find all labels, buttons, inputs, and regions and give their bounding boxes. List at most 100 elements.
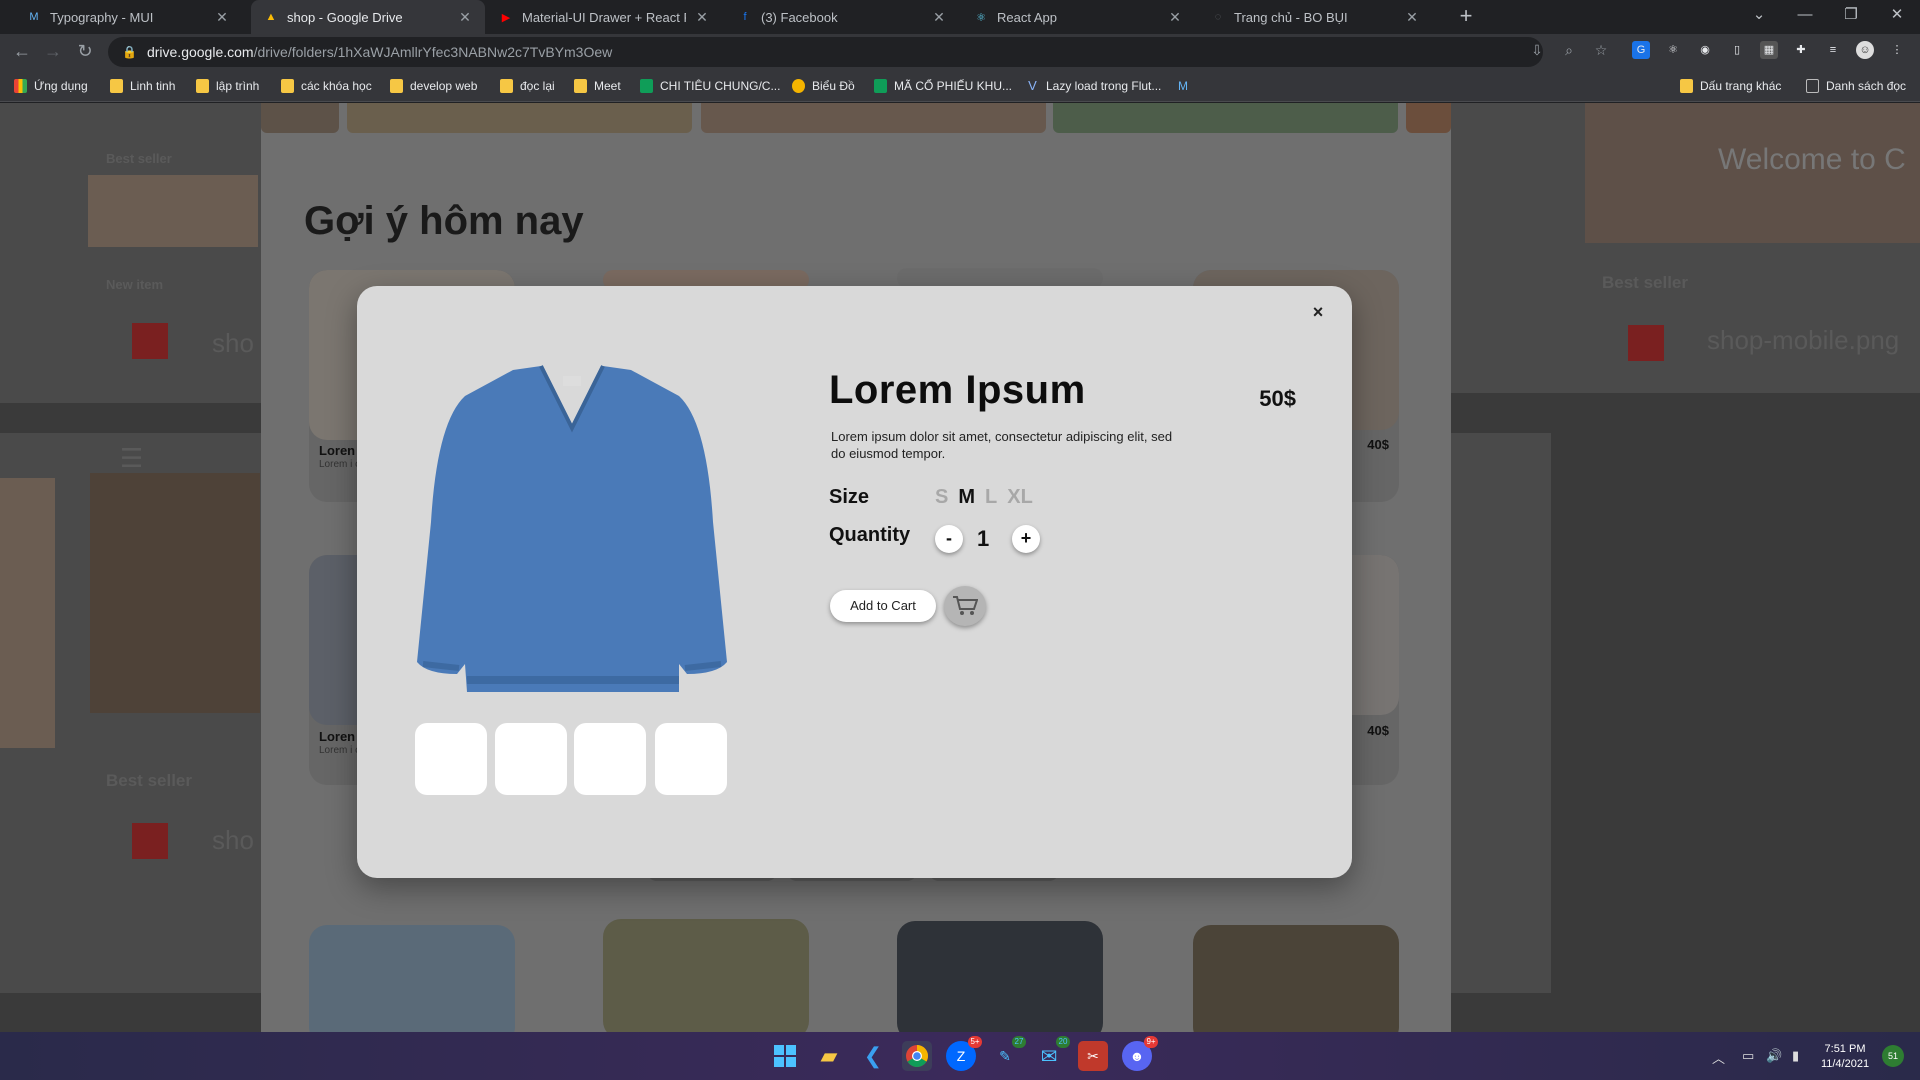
close-tab-icon[interactable]: ✕	[457, 9, 473, 26]
tab-title: (3) Facebook	[761, 9, 838, 25]
size-label: Size	[829, 486, 870, 508]
bookmark-item[interactable]: MÃ CỔ PHIẾU KHU...	[874, 76, 1012, 96]
thumbnail[interactable]	[495, 723, 567, 795]
mui-bookmark-icon[interactable]: M	[1178, 76, 1198, 96]
sheet-icon	[640, 79, 653, 93]
close-tab-icon[interactable]: ✕	[931, 9, 947, 26]
size-option[interactable]: L	[985, 486, 997, 509]
product-card[interactable]	[897, 921, 1103, 1032]
close-tab-icon[interactable]: ✕	[214, 9, 230, 26]
increase-quantity-button[interactable]: +	[1012, 525, 1040, 553]
product-price: 40$	[1367, 723, 1389, 738]
show-hidden-icons[interactable]: ︿	[1712, 1048, 1725, 1067]
bookmark-item[interactable]: lập trình	[196, 76, 259, 96]
image-file-icon	[132, 323, 168, 359]
close-tab-icon[interactable]: ✕	[694, 9, 710, 26]
browser-tab[interactable]: ▲ shop - Google Drive ✕	[251, 0, 485, 34]
product-card[interactable]	[309, 925, 515, 1032]
bookmark-label: Biểu Đồ	[812, 79, 855, 93]
product-price: 50$	[1259, 386, 1296, 411]
close-tab-icon[interactable]: ✕	[1404, 9, 1420, 26]
product-card[interactable]	[897, 268, 1103, 288]
add-to-cart-button[interactable]: Add to Cart	[830, 590, 936, 622]
bookmark-item[interactable]: V Lazy load trong Flut...	[1026, 76, 1161, 96]
address-bar[interactable]: 🔒 drive.google.com /drive/folders/1hXaWJ…	[108, 37, 1543, 67]
size-option[interactable]: XL	[1007, 486, 1033, 509]
browser-tab[interactable]: M Typography - MUI ✕	[14, 0, 242, 34]
notification-badge[interactable]: 51	[1882, 1045, 1904, 1067]
zalo-icon[interactable]: Z 5+	[946, 1036, 982, 1071]
thumbnail[interactable]	[415, 723, 487, 795]
forward-icon[interactable]: →	[42, 41, 64, 63]
new-tab-button[interactable]: +	[1454, 5, 1478, 29]
vscode-icon[interactable]: ❮	[858, 1041, 888, 1071]
cart-icon[interactable]	[944, 586, 986, 626]
react-devtools-icon[interactable]: ⚛	[1664, 41, 1682, 59]
extension-icon[interactable]: ▦	[1760, 41, 1778, 59]
battery-icon[interactable]: ▮	[1792, 1048, 1799, 1064]
discord-icon[interactable]: ☻ 9+	[1122, 1036, 1158, 1071]
bookmark-item[interactable]: Ứng dụng	[14, 76, 88, 96]
preview-photo	[90, 473, 260, 713]
thumbnail[interactable]	[574, 723, 646, 795]
zoom-icon[interactable]: ⌕	[1560, 41, 1578, 59]
clock-time: 7:51 PM	[1824, 1043, 1866, 1055]
browser-tab[interactable]: ▶ Material-UI Drawer + React Rout ✕	[486, 0, 722, 34]
minimize-button[interactable]: —	[1782, 0, 1828, 34]
system-clock[interactable]: 7:51 PM 11/4/2021	[1810, 1042, 1880, 1072]
bookmark-star-icon[interactable]: ☆	[1592, 41, 1610, 59]
mail-icon[interactable]: ✉ 20	[1034, 1036, 1070, 1071]
reading-list-icon[interactable]: ≡	[1824, 41, 1842, 59]
app-badge: 27	[1012, 1036, 1026, 1048]
menu-icon: ☰	[120, 443, 144, 473]
bookmark-item[interactable]: CHI TIÊU CHUNG/C...	[640, 76, 780, 96]
bookmark-item[interactable]: Linh tinh	[110, 76, 175, 96]
volume-icon[interactable]: 🔊	[1766, 1048, 1782, 1064]
device-extension-icon[interactable]: ▯	[1728, 41, 1746, 59]
restore-button[interactable]: ❐	[1828, 0, 1874, 34]
app-icon[interactable]: ✎ 27	[990, 1036, 1026, 1071]
camera-extension-icon[interactable]: ◉	[1696, 41, 1714, 59]
banner-image	[1053, 103, 1398, 133]
close-window-button[interactable]: ✕	[1874, 0, 1920, 34]
size-option[interactable]: S	[935, 486, 948, 509]
tab-search-icon[interactable]: ⌄	[1736, 0, 1782, 34]
install-icon[interactable]: ⇩	[1528, 41, 1546, 59]
thumbnail[interactable]	[655, 723, 727, 795]
size-option[interactable]: M	[958, 486, 975, 509]
bookmark-item[interactable]: develop web	[390, 76, 477, 96]
bookmark-item[interactable]: Biểu Đồ	[792, 76, 855, 96]
reading-list[interactable]: Danh sách đọc	[1806, 76, 1906, 96]
snipping-tool-icon[interactable]: ✂	[1078, 1041, 1108, 1071]
quantity-label: Quantity	[829, 524, 911, 546]
other-bookmarks[interactable]: Dấu trang khác	[1680, 76, 1781, 96]
chrome-icon[interactable]	[902, 1041, 932, 1071]
tab-title: Trang chủ - BO BỤI	[1234, 9, 1348, 25]
best-seller-label: Best seller	[106, 771, 192, 790]
bookmark-item[interactable]: các khóa học	[281, 76, 372, 96]
product-card[interactable]	[603, 919, 809, 1032]
bookmark-item[interactable]: đọc lại	[500, 76, 555, 96]
browser-tab[interactable]: f (3) Facebook ✕	[725, 0, 959, 34]
bookmark-label: Lazy load trong Flut...	[1046, 79, 1162, 93]
decrease-quantity-button[interactable]: -	[935, 525, 963, 553]
reload-icon[interactable]: ↻	[74, 41, 96, 63]
banner-image	[261, 103, 339, 133]
other-bookmarks-label: Dấu trang khác	[1700, 79, 1782, 93]
profile-avatar[interactable]: ☺	[1856, 41, 1874, 59]
bookmark-label: Linh tinh	[130, 79, 176, 93]
product-card[interactable]	[1193, 925, 1399, 1032]
close-icon[interactable]: ×	[1308, 302, 1328, 322]
windows-taskbar: ▰ ❮ Z 5+ ✎ 27 ✉ 20 ✂ ☻ 9+ ︿ ▭ 🔊 ▮ 7:51 PM 11…	[0, 1032, 1920, 1080]
file-explorer-icon[interactable]: ▰	[814, 1041, 844, 1071]
browser-tab[interactable]: ⚛ React App ✕	[961, 0, 1195, 34]
windows-start-icon[interactable]	[770, 1041, 800, 1071]
network-icon[interactable]: ▭	[1742, 1048, 1754, 1064]
translate-extension-icon[interactable]: G	[1632, 41, 1650, 59]
kebab-menu-icon[interactable]: ⋮	[1888, 41, 1906, 59]
close-tab-icon[interactable]: ✕	[1167, 9, 1183, 26]
bookmark-item[interactable]: Meet	[574, 76, 621, 96]
back-icon[interactable]: ←	[11, 41, 33, 63]
puzzle-icon[interactable]: ✚	[1792, 41, 1810, 59]
browser-tab[interactable]: ◌ Trang chủ - BO BỤI ✕	[1198, 0, 1432, 34]
